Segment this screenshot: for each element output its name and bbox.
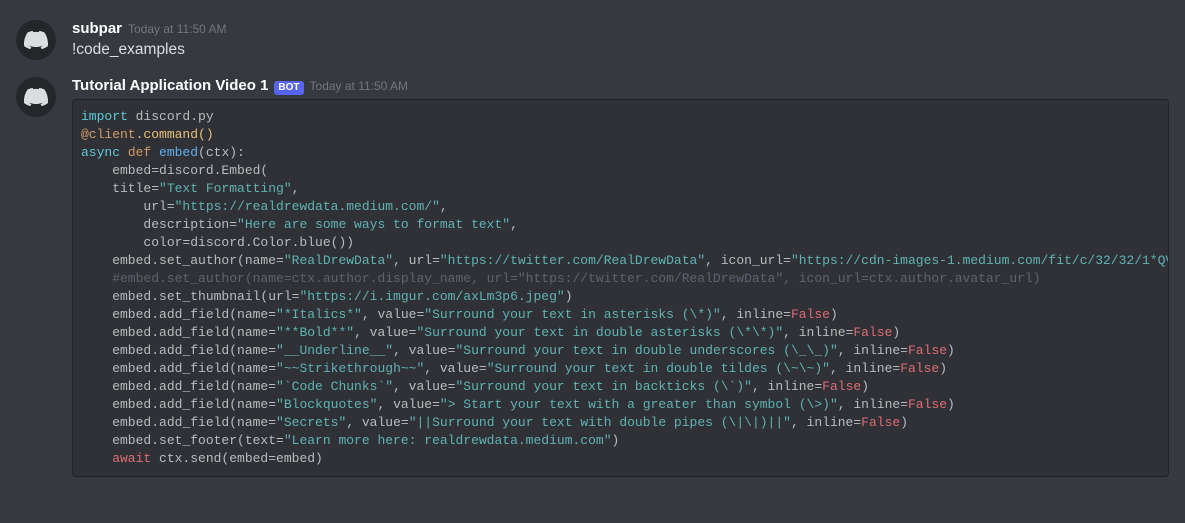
username[interactable]: Tutorial Application Video 1 bbox=[72, 77, 268, 94]
discord-icon bbox=[24, 85, 48, 109]
message-content: subpar Today at 11:50 AM !code_examples bbox=[72, 20, 1169, 61]
message-content: Tutorial Application Video 1 BOT Today a… bbox=[72, 77, 1169, 477]
message-text: !code_examples bbox=[72, 39, 1169, 61]
avatar-bot[interactable] bbox=[16, 77, 56, 117]
message-user: subpar Today at 11:50 AM !code_examples bbox=[16, 16, 1169, 65]
code-block[interactable]: import discord.py @client.command() asyn… bbox=[72, 99, 1169, 477]
bot-tag: BOT bbox=[274, 81, 303, 95]
message-header: Tutorial Application Video 1 BOT Today a… bbox=[72, 77, 1169, 95]
avatar-user[interactable] bbox=[16, 20, 56, 60]
username[interactable]: subpar bbox=[72, 20, 122, 37]
timestamp: Today at 11:50 AM bbox=[310, 79, 409, 93]
timestamp: Today at 11:50 AM bbox=[128, 22, 227, 36]
message-header: subpar Today at 11:50 AM bbox=[72, 20, 1169, 37]
discord-icon bbox=[24, 28, 48, 52]
message-bot: Tutorial Application Video 1 BOT Today a… bbox=[16, 73, 1169, 481]
